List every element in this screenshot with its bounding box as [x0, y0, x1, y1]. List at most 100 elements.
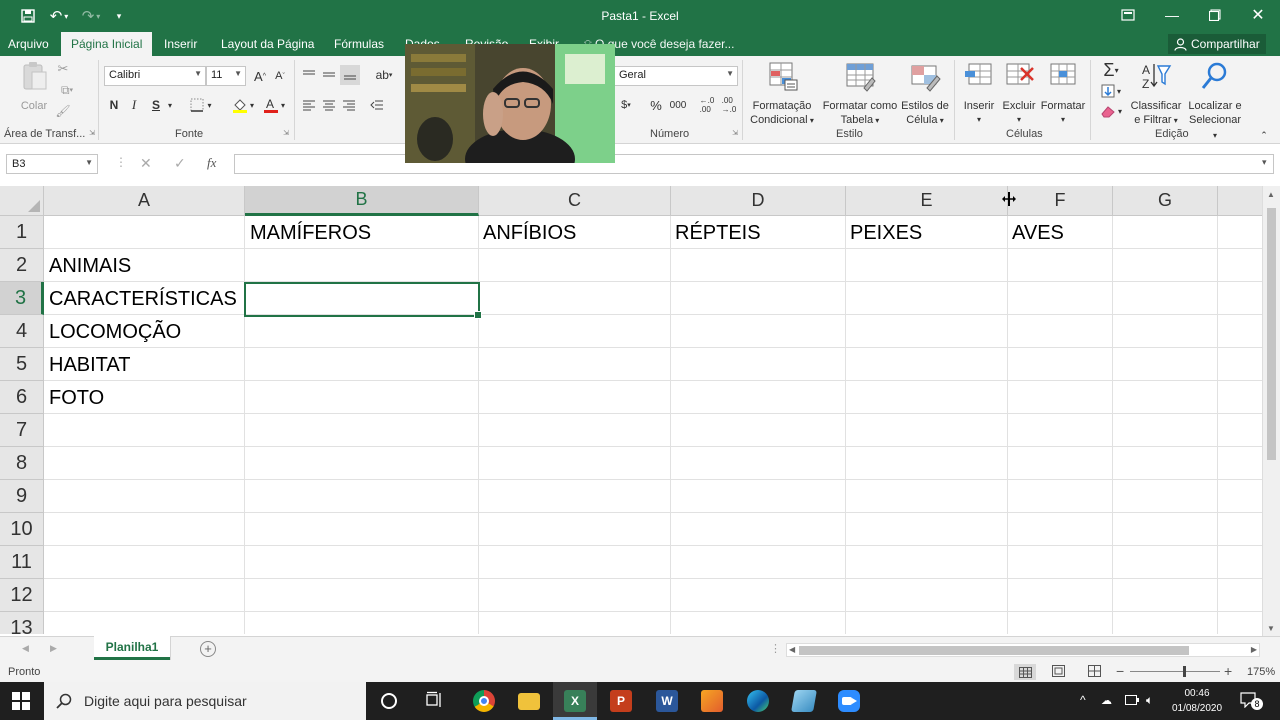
- page-layout-view-icon[interactable]: [1052, 665, 1065, 680]
- select-all-button[interactable]: [0, 186, 44, 216]
- align-center-icon[interactable]: [320, 96, 338, 114]
- font-size-combo[interactable]: 11 ▼: [206, 66, 246, 86]
- column-header-f[interactable]: F: [1008, 186, 1113, 216]
- font-family-combo[interactable]: Calibri ▼: [104, 66, 206, 86]
- column-header-a[interactable]: A: [44, 186, 245, 216]
- zoom-in-icon[interactable]: +: [1224, 663, 1232, 679]
- fill-icon[interactable]: ▾: [1096, 82, 1126, 100]
- scroll-right-icon[interactable]: ▶: [1251, 645, 1257, 654]
- new-sheet-icon[interactable]: +: [200, 641, 216, 657]
- cell-styles-button[interactable]: Estilos de Célula ▾: [900, 60, 950, 128]
- tab-arquivo[interactable]: Arquivo: [8, 37, 49, 51]
- row-header-11[interactable]: 11: [0, 546, 44, 579]
- decrease-decimal-icon[interactable]: .00 →.0: [719, 96, 739, 114]
- column-header-g[interactable]: G: [1113, 186, 1218, 216]
- worksheet-grid[interactable]: A B C D E F G 1 2 3 4 5 6 7 8 9 10 11 12…: [0, 186, 1262, 634]
- confirm-entry-icon[interactable]: ✓: [174, 155, 186, 172]
- cell-a5[interactable]: HABITAT: [49, 354, 130, 377]
- paint-app-icon[interactable]: [701, 690, 723, 712]
- row-header-5[interactable]: 5: [0, 348, 44, 381]
- column-header-e[interactable]: E: [846, 186, 1008, 216]
- borders-icon[interactable]: ▾: [186, 96, 216, 114]
- underline-button[interactable]: S: [148, 96, 164, 114]
- close-icon[interactable]: ✕: [1236, 0, 1280, 30]
- cell-f1[interactable]: AVES: [1012, 222, 1064, 245]
- accounting-format-icon[interactable]: $ ▾: [616, 96, 636, 114]
- underline-dropdown-icon[interactable]: ▾: [165, 96, 175, 114]
- cell-a3[interactable]: CARACTERÍSTICAS: [49, 288, 237, 311]
- align-middle-icon[interactable]: [320, 66, 338, 84]
- font-color-icon[interactable]: A ▾: [260, 96, 288, 114]
- format-painter-icon[interactable]: 🖌︎: [54, 102, 72, 120]
- expand-formula-bar-icon[interactable]: ▾: [1262, 157, 1267, 168]
- ribbon-display-options-icon[interactable]: [1106, 0, 1150, 30]
- align-top-icon[interactable]: [300, 66, 318, 84]
- tab-inserir[interactable]: Inserir: [164, 37, 197, 51]
- cortana-icon[interactable]: [381, 693, 397, 709]
- tab-layout-da-pagina[interactable]: Layout da Página: [221, 37, 314, 51]
- zoom-level[interactable]: 175%: [1247, 666, 1275, 678]
- tray-app-icon[interactable]: ☁︎: [1101, 694, 1112, 709]
- bold-button[interactable]: N: [106, 96, 122, 114]
- align-left-icon[interactable]: [300, 96, 318, 114]
- collapse-ribbon-icon[interactable]: ⌃: [1258, 130, 1270, 140]
- edge-icon[interactable]: [747, 690, 769, 712]
- column-header-next[interactable]: [1218, 186, 1262, 216]
- decrease-font-size-icon[interactable]: Aˇ: [272, 67, 288, 85]
- number-launcher-icon[interactable]: ⇲: [731, 129, 739, 137]
- scroll-left-icon[interactable]: ◀: [789, 645, 795, 654]
- percent-style-icon[interactable]: %: [648, 96, 664, 114]
- name-box[interactable]: B3 ▼: [6, 154, 98, 174]
- increase-decimal-icon[interactable]: ←.0.00: [697, 96, 717, 114]
- comma-style-icon[interactable]: 000: [668, 96, 688, 114]
- copy-icon[interactable]: ⧉ ▾: [54, 81, 80, 99]
- volume-icon[interactable]: 🔈︎: [1146, 693, 1153, 708]
- file-explorer-icon[interactable]: [518, 693, 540, 710]
- conditional-formatting-button[interactable]: Formatação Condicional ▾: [746, 60, 818, 128]
- row-header-12[interactable]: 12: [0, 579, 44, 612]
- font-launcher-icon[interactable]: ⇲: [282, 129, 290, 137]
- fill-color-icon[interactable]: ▾: [228, 96, 258, 114]
- word-icon[interactable]: W: [656, 690, 678, 712]
- tab-formulas[interactable]: Fórmulas: [334, 37, 384, 51]
- share-button[interactable]: Compartilhar: [1168, 34, 1266, 54]
- cell-c1[interactable]: ANFÍBIOS: [483, 222, 576, 245]
- row-header-7[interactable]: 7: [0, 414, 44, 447]
- tab-split-grip-icon[interactable]: ⋮: [770, 642, 781, 655]
- zoom-slider-thumb[interactable]: [1183, 666, 1186, 677]
- taskbar-search-box[interactable]: Digite aqui para pesquisar: [44, 682, 366, 720]
- column-header-b[interactable]: B: [245, 186, 479, 216]
- row-header-3[interactable]: 3: [0, 282, 44, 315]
- number-format-combo[interactable]: Geral ▼: [614, 66, 738, 86]
- scroll-down-icon[interactable]: ▼: [1267, 624, 1275, 633]
- battery-icon[interactable]: [1125, 695, 1139, 710]
- vertical-scroll-thumb[interactable]: [1267, 208, 1276, 460]
- row-header-6[interactable]: 6: [0, 381, 44, 414]
- align-bottom-icon[interactable]: [340, 65, 360, 85]
- chrome-icon[interactable]: [473, 690, 495, 712]
- column-header-d[interactable]: D: [671, 186, 846, 216]
- decrease-indent-icon[interactable]: [368, 96, 386, 114]
- cell-b1[interactable]: MAMÍFEROS: [250, 222, 371, 245]
- row-header-8[interactable]: 8: [0, 447, 44, 480]
- column-header-c[interactable]: C: [479, 186, 671, 216]
- row-header-2[interactable]: 2: [0, 249, 44, 282]
- cell-e1[interactable]: PEIXES: [850, 222, 922, 245]
- paste-button[interactable]: Colar: [14, 60, 54, 113]
- delete-cells-button[interactable]: Excluir ▾: [1000, 60, 1038, 127]
- scroll-up-icon[interactable]: ▲: [1267, 190, 1275, 199]
- cell-a2[interactable]: ANIMAIS: [49, 255, 131, 278]
- clear-icon[interactable]: ▾: [1096, 102, 1126, 120]
- row-header-10[interactable]: 10: [0, 513, 44, 546]
- find-select-button[interactable]: Localizar e Selecionar ▾: [1186, 60, 1244, 143]
- clipboard-launcher-icon[interactable]: ⇲: [88, 129, 96, 137]
- notepad-app-icon[interactable]: [791, 690, 817, 712]
- page-break-view-icon[interactable]: [1088, 665, 1101, 680]
- powerpoint-icon[interactable]: P: [610, 690, 632, 712]
- cell-a4[interactable]: LOCOMOÇÃO: [49, 321, 181, 344]
- sort-filter-button[interactable]: AZ Classificar e Filtrar ▾: [1128, 60, 1184, 128]
- increase-font-size-icon[interactable]: A ^: [252, 67, 268, 85]
- insert-function-button[interactable]: fx: [207, 155, 216, 171]
- tab-pagina-inicial[interactable]: Página Inicial: [61, 32, 153, 56]
- format-as-table-button[interactable]: Formatar como Tabela ▾: [820, 60, 900, 128]
